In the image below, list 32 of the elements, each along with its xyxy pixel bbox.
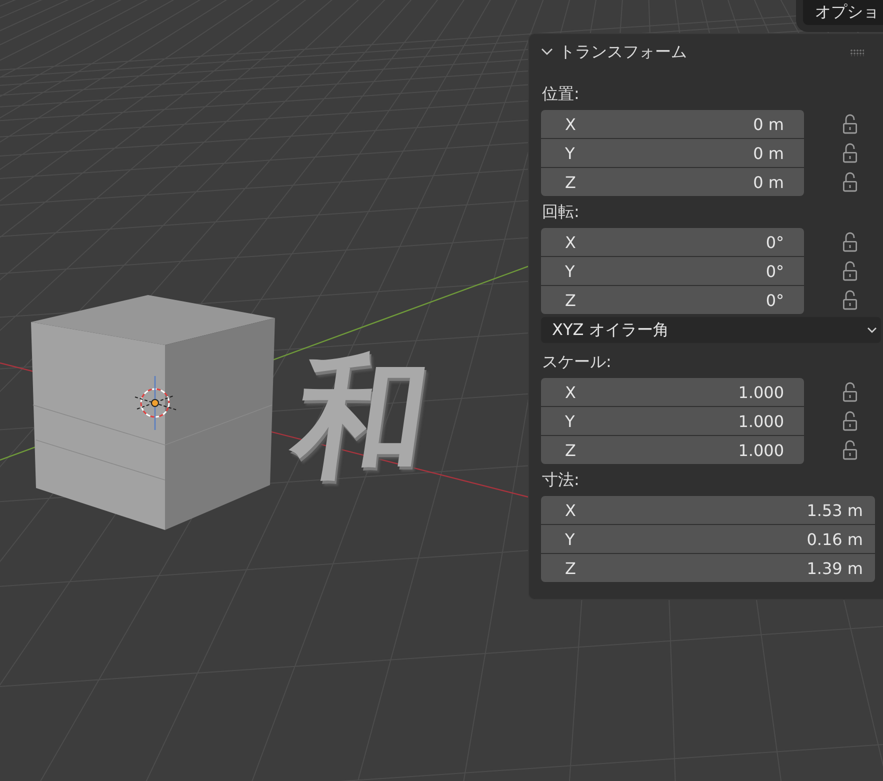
- padlock-open-icon[interactable]: [842, 261, 858, 281]
- number-field[interactable]: Z 0°: [541, 286, 804, 314]
- caret-icon: [867, 325, 877, 335]
- section-label: 回転:: [541, 201, 580, 223]
- number-field[interactable]: Z 0 m: [541, 168, 804, 196]
- padlock-open-icon[interactable]: [842, 143, 858, 163]
- 3d-text-object: 和: [286, 352, 438, 484]
- number-field[interactable]: Y 0 m: [541, 139, 804, 167]
- number-field[interactable]: Z 1.000: [541, 436, 804, 464]
- object-origin-icon: [134, 376, 178, 430]
- section-label: 寸法:: [541, 469, 580, 491]
- panel-header[interactable]: トランスフォーム: [541, 42, 687, 62]
- padlock-open-icon[interactable]: [842, 114, 858, 134]
- number-field[interactable]: X 0°: [541, 228, 804, 256]
- padlock-open-icon[interactable]: [842, 232, 858, 252]
- number-field[interactable]: X 0 m: [541, 110, 804, 138]
- options-button[interactable]: オプショ: [803, 0, 883, 25]
- number-field[interactable]: X 1.000: [541, 378, 804, 406]
- padlock-open-icon[interactable]: [842, 382, 858, 402]
- drag-handle-icon[interactable]: [850, 48, 864, 56]
- padlock-open-icon[interactable]: [842, 411, 858, 431]
- padlock-open-icon[interactable]: [842, 290, 858, 310]
- rotation-mode-dropdown[interactable]: XYZ オイラー角: [541, 317, 881, 343]
- padlock-open-icon[interactable]: [842, 440, 858, 460]
- padlock-open-icon[interactable]: [842, 172, 858, 192]
- section-label: スケール:: [541, 351, 612, 373]
- number-field[interactable]: Y 0°: [541, 257, 804, 285]
- number-field[interactable]: Z 1.39 m: [541, 554, 875, 582]
- number-field[interactable]: Y 0.16 m: [541, 525, 875, 553]
- number-field[interactable]: X 1.53 m: [541, 496, 875, 524]
- number-field[interactable]: Y 1.000: [541, 407, 804, 435]
- section-label: 位置:: [541, 83, 580, 105]
